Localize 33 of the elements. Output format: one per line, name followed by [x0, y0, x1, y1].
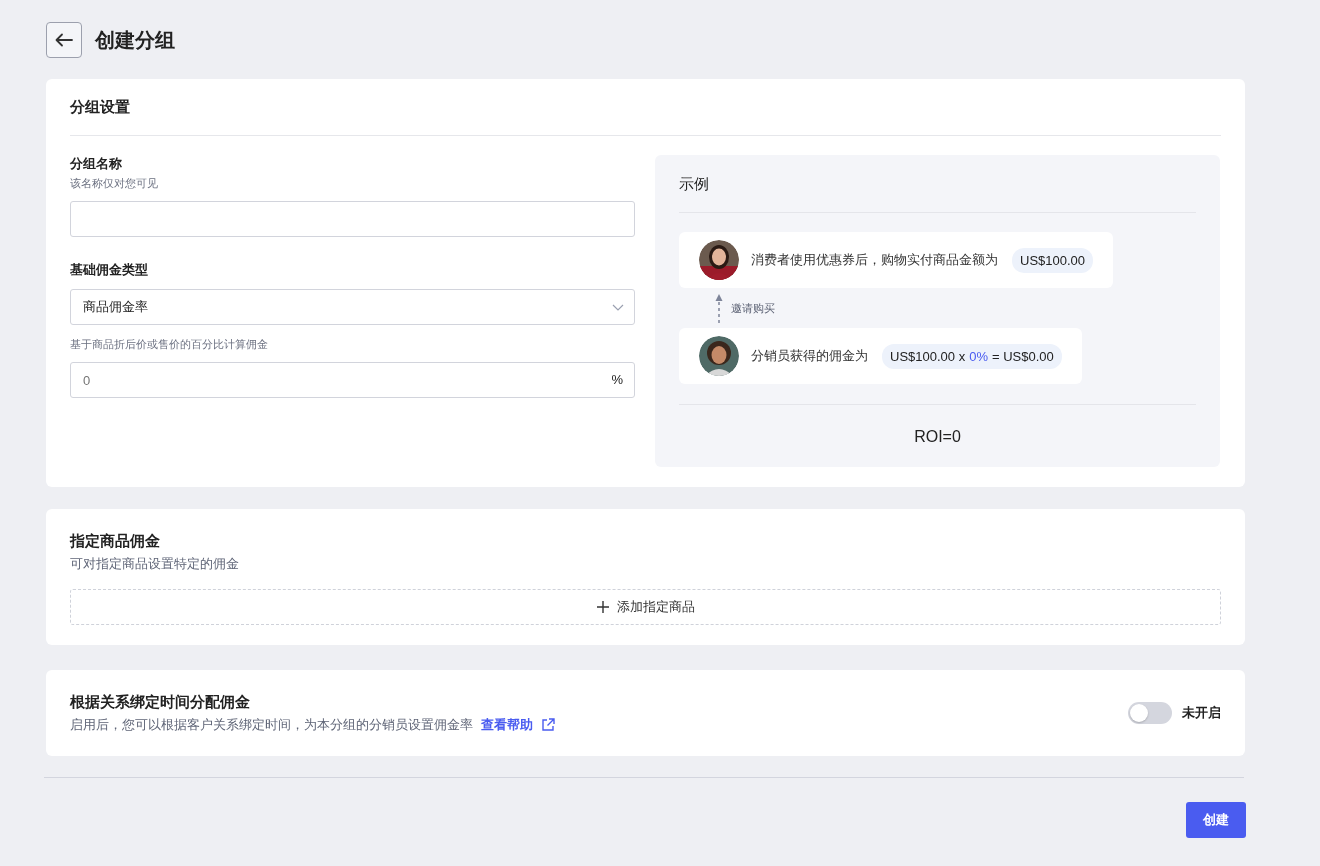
dashed-arrow-icon: [715, 293, 723, 323]
help-link[interactable]: 查看帮助: [481, 716, 555, 734]
roi-text: ROI=0: [913, 427, 962, 446]
consumer-text: 消费者使用优惠券后，购物实付商品金额为: [751, 251, 998, 269]
field-label: 分组名称: [70, 155, 123, 173]
back-arrow-icon: [55, 33, 73, 47]
amount-pill: US$100.00: [1012, 247, 1094, 273]
section-subtitle: 启用后，您可以根据客户关系绑定时间，为本分组的分销员设置佣金率 查看帮助: [70, 716, 555, 734]
add-product-button[interactable]: 添加指定商品: [70, 589, 1221, 625]
create-button[interactable]: 创建: [1186, 802, 1246, 838]
chevron-down-icon: [612, 303, 624, 311]
field-label: 基础佣金类型: [70, 261, 149, 279]
field-hint: 该名称仅对您可见: [70, 176, 159, 191]
formula-text: US$100.00 x: [890, 348, 966, 364]
external-link-icon: [541, 718, 555, 732]
formula-text: = US$0.00: [991, 348, 1054, 364]
section-title: 分组设置: [70, 97, 131, 117]
commission-type-dropdown[interactable]: 商品佣金率: [70, 289, 635, 325]
toggle-status: 未开启: [1182, 704, 1221, 722]
toggle-switch[interactable]: [1128, 702, 1172, 724]
rate-value: 0%: [969, 348, 988, 364]
field-hint: 基于商品折后价或售价的百分比计算佣金: [70, 337, 269, 352]
invite-label: 邀请购买: [731, 300, 775, 316]
page-title: 创建分组: [95, 27, 175, 53]
group-name-field[interactable]: [70, 201, 635, 237]
back-button[interactable]: [46, 22, 82, 58]
example-title: 示例: [679, 174, 710, 194]
percent-suffix: %: [611, 372, 623, 387]
affiliate-text: 分销员获得的佣金为: [751, 347, 868, 365]
section-title: 根据关系绑定时间分配佣金: [70, 692, 251, 712]
plus-icon: [596, 601, 609, 613]
section-subtitle: 可对指定商品设置特定的佣金: [70, 555, 240, 573]
section-title: 指定商品佣金: [70, 531, 161, 551]
